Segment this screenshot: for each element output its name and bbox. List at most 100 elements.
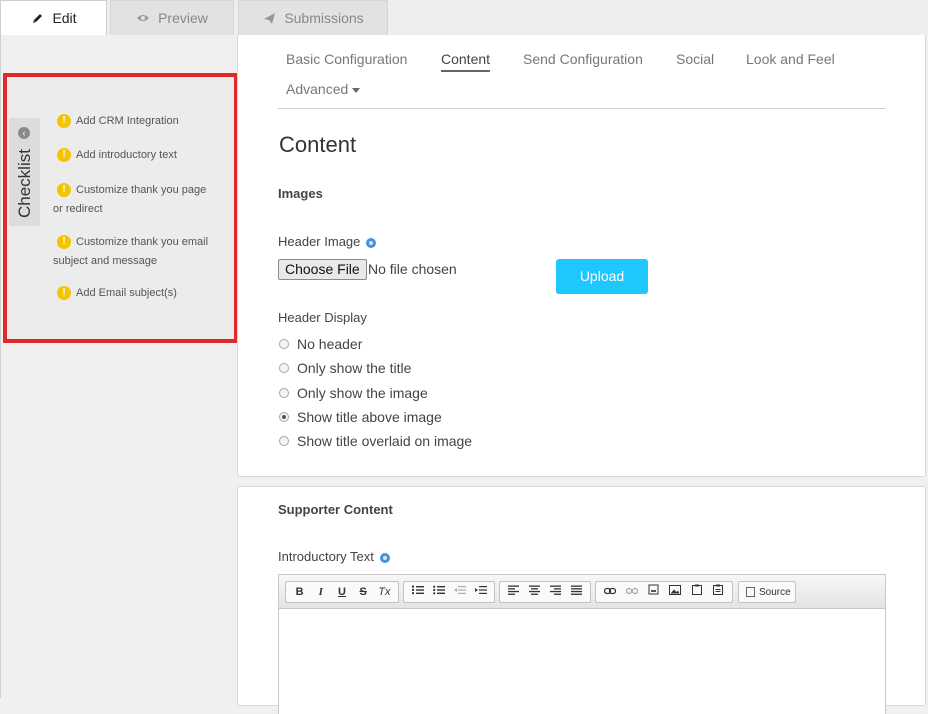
tab-advanced[interactable]: Advanced [286,81,361,97]
info-icon[interactable] [379,552,390,563]
pencil-icon [30,11,44,25]
warning-icon: ! [57,286,71,300]
choose-file-button[interactable]: Choose File [278,259,367,280]
sub-tab-bar: Basic Configuration Content Send Configu… [278,49,886,109]
supporter-content-panel: Supporter Content Introductory Text B I … [237,486,926,714]
paste-text-icon[interactable] [707,583,729,601]
checklist-panel: ‹ Checklist ! Add CRM Integration ! Add … [3,73,238,343]
checklist-item-thank-you-page[interactable]: ! Customize thank you page or redirect [53,181,213,219]
tab-social[interactable]: Social [676,51,714,67]
eye-icon [136,11,150,25]
images-heading: Images [278,186,323,201]
tab-submissions[interactable]: Submissions [238,0,388,35]
page-title: Content [279,132,357,157]
indent-icon[interactable] [470,583,491,601]
checklist-item-thank-you-email[interactable]: ! Customize thank you email subject and … [53,233,213,271]
info-icon[interactable] [366,237,377,248]
header-display-label: Header Display [278,310,367,325]
tab-look-and-feel[interactable]: Look and Feel [746,51,835,67]
tab-edit[interactable]: Edit [0,0,107,35]
left-column-border [0,35,1,698]
align-group [499,581,591,603]
source-group: Source [738,581,796,603]
link-icon[interactable] [599,583,621,601]
checklist-item-crm[interactable]: ! Add CRM Integration [53,112,213,131]
header-image-label: Header Image [278,234,377,249]
radio-no-header[interactable]: No header [279,336,362,352]
remove-format-button[interactable]: Tx [374,583,395,601]
radio-only-image[interactable]: Only show the image [279,385,428,401]
upload-button[interactable]: Upload [556,259,648,294]
rich-text-editor[interactable]: B I U S Tx Source [278,574,886,714]
tab-content[interactable]: Content [441,51,491,72]
warning-icon: ! [57,183,71,197]
align-left-icon[interactable] [503,583,524,601]
checklist-item-text: Customize thank you email subject and me… [53,236,209,267]
tab-advanced-label: Advanced [286,81,349,97]
content-panel: Basic Configuration Content Send Configu… [237,35,926,477]
top-tab-bar: Edit Preview Submissions [0,0,928,35]
list-group [403,581,495,603]
strikethrough-button[interactable]: S [353,583,374,601]
checklist-item-text: Add introductory text [76,149,177,161]
unlink-icon[interactable] [621,583,643,601]
insert-group [595,581,733,603]
tab-submissions-label: Submissions [284,10,364,26]
radio-title-above-image[interactable]: Show title above image [279,409,442,425]
bulleted-list-icon[interactable] [428,583,449,601]
remove-format-label: Tx [378,586,391,598]
radio-only-title[interactable]: Only show the title [279,360,411,376]
radio-button[interactable] [279,339,289,349]
checklist-item-text: Customize thank you page or redirect [53,184,207,215]
radio-label: Only show the title [297,360,412,376]
checklist-item-email-subject[interactable]: ! Add Email subject(s) [53,284,213,303]
paper-plane-icon [262,11,276,25]
collapse-arrow-icon[interactable]: ‹ [18,127,30,139]
warning-icon: ! [57,114,71,128]
checklist-item-intro-text[interactable]: ! Add introductory text [53,146,213,165]
checklist-item-text: Add Email subject(s) [76,287,177,299]
align-right-icon[interactable] [545,583,566,601]
checklist-item-text: Add CRM Integration [76,115,179,127]
outdent-icon[interactable] [449,583,470,601]
caret-down-icon [352,87,361,93]
introductory-text-label-text: Introductory Text [278,549,374,564]
tab-basic-configuration[interactable]: Basic Configuration [286,51,407,67]
introductory-text-label: Introductory Text [278,549,390,564]
radio-button[interactable] [279,363,289,373]
warning-icon: ! [57,148,71,162]
supporter-content-heading: Supporter Content [278,502,393,517]
radio-button-checked[interactable] [279,412,289,422]
justify-icon[interactable] [566,583,587,601]
checklist-toggle-tab[interactable]: ‹ Checklist [9,118,40,226]
radio-button[interactable] [279,436,289,446]
radio-label: Only show the image [297,385,428,401]
warning-icon: ! [57,235,71,249]
bold-button[interactable]: B [289,583,310,601]
tab-preview[interactable]: Preview [110,0,234,35]
editor-content-area[interactable] [279,609,885,714]
header-image-label-text: Header Image [278,234,361,249]
italic-button[interactable]: I [310,583,331,601]
radio-button[interactable] [279,388,289,398]
editor-toolbar: B I U S Tx Source [279,575,885,609]
paste-icon[interactable] [686,583,708,601]
anchor-icon[interactable] [642,583,664,601]
align-center-icon[interactable] [524,583,545,601]
numbered-list-icon[interactable] [407,583,428,601]
radio-title-overlaid[interactable]: Show title overlaid on image [279,433,472,449]
no-file-text: No file chosen [368,261,457,277]
radio-label: Show title above image [297,409,442,425]
image-icon[interactable] [664,583,686,601]
radio-label: Show title overlaid on image [297,433,473,449]
tab-preview-label: Preview [158,10,208,26]
format-group: B I U S Tx [285,581,399,603]
radio-label: No header [297,336,363,352]
source-icon [746,587,755,597]
source-button[interactable]: Source [742,587,795,598]
underline-button[interactable]: U [331,583,352,601]
tab-send-configuration[interactable]: Send Configuration [523,51,643,67]
checklist-title: Checklist [15,149,34,218]
tab-edit-label: Edit [52,10,77,26]
source-label: Source [759,586,791,598]
